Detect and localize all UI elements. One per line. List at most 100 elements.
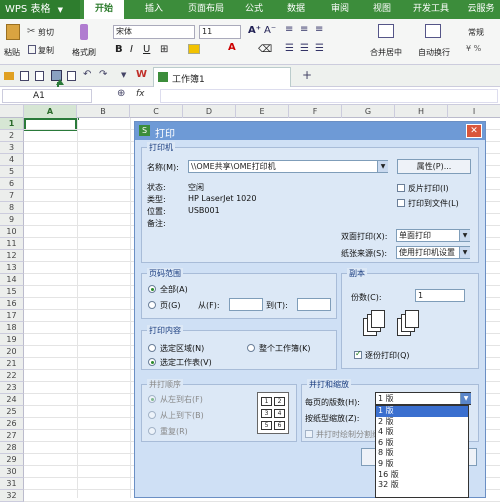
document-tab[interactable]: 工作簿1 [153, 67, 291, 87]
collate-checkbox[interactable]: ✓ [354, 349, 362, 359]
row-header[interactable]: 31 [0, 478, 24, 490]
select-all-corner[interactable] [0, 105, 24, 118]
tab-developer[interactable]: 开发工具 [406, 0, 456, 19]
printer-name-select[interactable]: \\OME共享\OME打印机 [188, 160, 388, 173]
row-header[interactable]: 10 [0, 226, 24, 238]
tab-home[interactable]: 开始 [84, 0, 124, 19]
row-header[interactable]: 11 [0, 238, 24, 250]
scissors-icon[interactable]: ✂ [27, 26, 35, 37]
align-bottom-icon[interactable]: ≡ [315, 24, 323, 35]
paste-icon[interactable] [6, 24, 20, 40]
wrap-icon[interactable] [425, 24, 441, 38]
fill-color-icon[interactable] [188, 44, 200, 54]
row-header[interactable]: 4 [0, 154, 24, 166]
top-to-bottom-radio[interactable] [148, 411, 156, 419]
row-header[interactable]: 26 [0, 418, 24, 430]
tab-data[interactable]: 数据 [280, 0, 312, 19]
column-header[interactable]: E [236, 105, 289, 118]
app-menu-button[interactable]: WPS 表格 ▼ [0, 0, 80, 19]
repeat-radio[interactable] [148, 427, 156, 435]
selected-sheets-radio[interactable] [148, 358, 156, 366]
dropdown-option[interactable]: 6 版 [376, 438, 468, 449]
dropdown-option[interactable]: 4 版 [376, 427, 468, 438]
to-page-input[interactable] [297, 298, 331, 311]
font-color-icon[interactable]: A [228, 42, 236, 53]
row-header[interactable]: 22 [0, 370, 24, 382]
align-middle-icon[interactable]: ≡ [300, 24, 308, 35]
column-header[interactable]: G [342, 105, 395, 118]
range-pages-radio[interactable] [148, 301, 156, 309]
chevron-down-icon[interactable]: ▼ [459, 247, 470, 258]
row-header[interactable]: 3 [0, 142, 24, 154]
row-header[interactable]: 7 [0, 190, 24, 202]
borders-icon[interactable]: ⊞ [160, 44, 168, 55]
chevron-down-icon[interactable]: ▼ [377, 161, 388, 172]
dropdown-option[interactable]: 2 版 [376, 417, 468, 428]
dropdown-option[interactable]: 9 版 [376, 459, 468, 470]
tab-review[interactable]: 审阅 [324, 0, 356, 19]
row-header[interactable]: 25 [0, 406, 24, 418]
format-painter-button[interactable]: 格式刷 [72, 47, 96, 58]
fx-icon[interactable]: fx [136, 89, 145, 99]
tab-view[interactable]: 视图 [366, 0, 398, 19]
merge-center-button[interactable]: 合并居中 [370, 47, 402, 58]
row-header[interactable]: 23 [0, 382, 24, 394]
row-header[interactable]: 9 [0, 214, 24, 226]
redo-icon[interactable]: ↷ [99, 69, 107, 80]
align-right-icon[interactable]: ☰ [315, 43, 324, 54]
range-all-radio[interactable] [148, 285, 156, 293]
row-header[interactable]: 28 [0, 442, 24, 454]
open-folder-icon[interactable] [4, 72, 14, 80]
split-line-checkbox[interactable] [305, 430, 313, 438]
formula-input[interactable] [160, 89, 498, 103]
wrap-text-button[interactable]: 自动换行 [418, 47, 450, 58]
row-header[interactable]: 6 [0, 178, 24, 190]
save-icon[interactable] [20, 71, 29, 81]
align-left-icon[interactable]: ☰ [285, 43, 294, 54]
row-header[interactable]: 15 [0, 286, 24, 298]
row-header[interactable]: 19 [0, 334, 24, 346]
bold-icon[interactable]: B [115, 44, 123, 55]
from-page-input[interactable] [229, 298, 263, 311]
underline-icon[interactable]: U [143, 44, 150, 55]
font-select[interactable]: 宋体 [113, 25, 195, 39]
name-box[interactable]: A1 [2, 89, 92, 103]
row-header[interactable]: 1 [0, 118, 24, 130]
row-header[interactable]: 30 [0, 466, 24, 478]
close-icon[interactable]: ✕ [466, 124, 482, 138]
pages-per-sheet-select[interactable]: 1 版 [375, 392, 471, 405]
tab-cloud[interactable]: 云服务 [462, 0, 500, 19]
properties-button[interactable]: 属性(P)... [397, 159, 471, 174]
column-header[interactable]: F [289, 105, 342, 118]
row-header[interactable]: 27 [0, 430, 24, 442]
chevron-down-icon[interactable]: ▼ [460, 393, 471, 404]
paste-button[interactable]: 粘贴 [4, 47, 20, 58]
column-header[interactable]: D [183, 105, 236, 118]
tab-page-layout[interactable]: 页面布局 [180, 0, 232, 19]
undo-icon[interactable]: ↶ [83, 69, 91, 80]
export-pdf-icon[interactable] [35, 71, 44, 81]
row-header[interactable]: 12 [0, 250, 24, 262]
copy-icon[interactable] [28, 45, 36, 54]
dropdown-option[interactable]: 8 版 [376, 448, 468, 459]
row-header[interactable]: 13 [0, 262, 24, 274]
align-center-icon[interactable]: ☰ [300, 43, 309, 54]
workbook-radio[interactable] [247, 344, 255, 352]
copy-button[interactable]: 复制 [38, 45, 54, 56]
new-tab-icon[interactable]: + [302, 68, 312, 82]
selection-radio[interactable] [148, 344, 156, 352]
column-header[interactable]: H [395, 105, 448, 118]
print-preview-icon[interactable] [67, 71, 76, 81]
font-shrink-icon[interactable]: A⁻ [264, 25, 276, 36]
italic-icon[interactable]: I [130, 44, 133, 55]
row-header[interactable]: 14 [0, 274, 24, 286]
cut-button[interactable]: 剪切 [38, 27, 54, 38]
row-header[interactable]: 5 [0, 166, 24, 178]
column-header[interactable]: B [77, 105, 130, 118]
copies-input[interactable]: 1 [415, 289, 465, 302]
row-header[interactable]: 16 [0, 298, 24, 310]
chevron-down-icon[interactable]: ▼ [121, 71, 126, 79]
left-to-right-radio[interactable] [148, 395, 156, 403]
align-top-icon[interactable]: ≡ [285, 24, 293, 35]
dropdown-option[interactable]: 1 版 [376, 406, 468, 417]
